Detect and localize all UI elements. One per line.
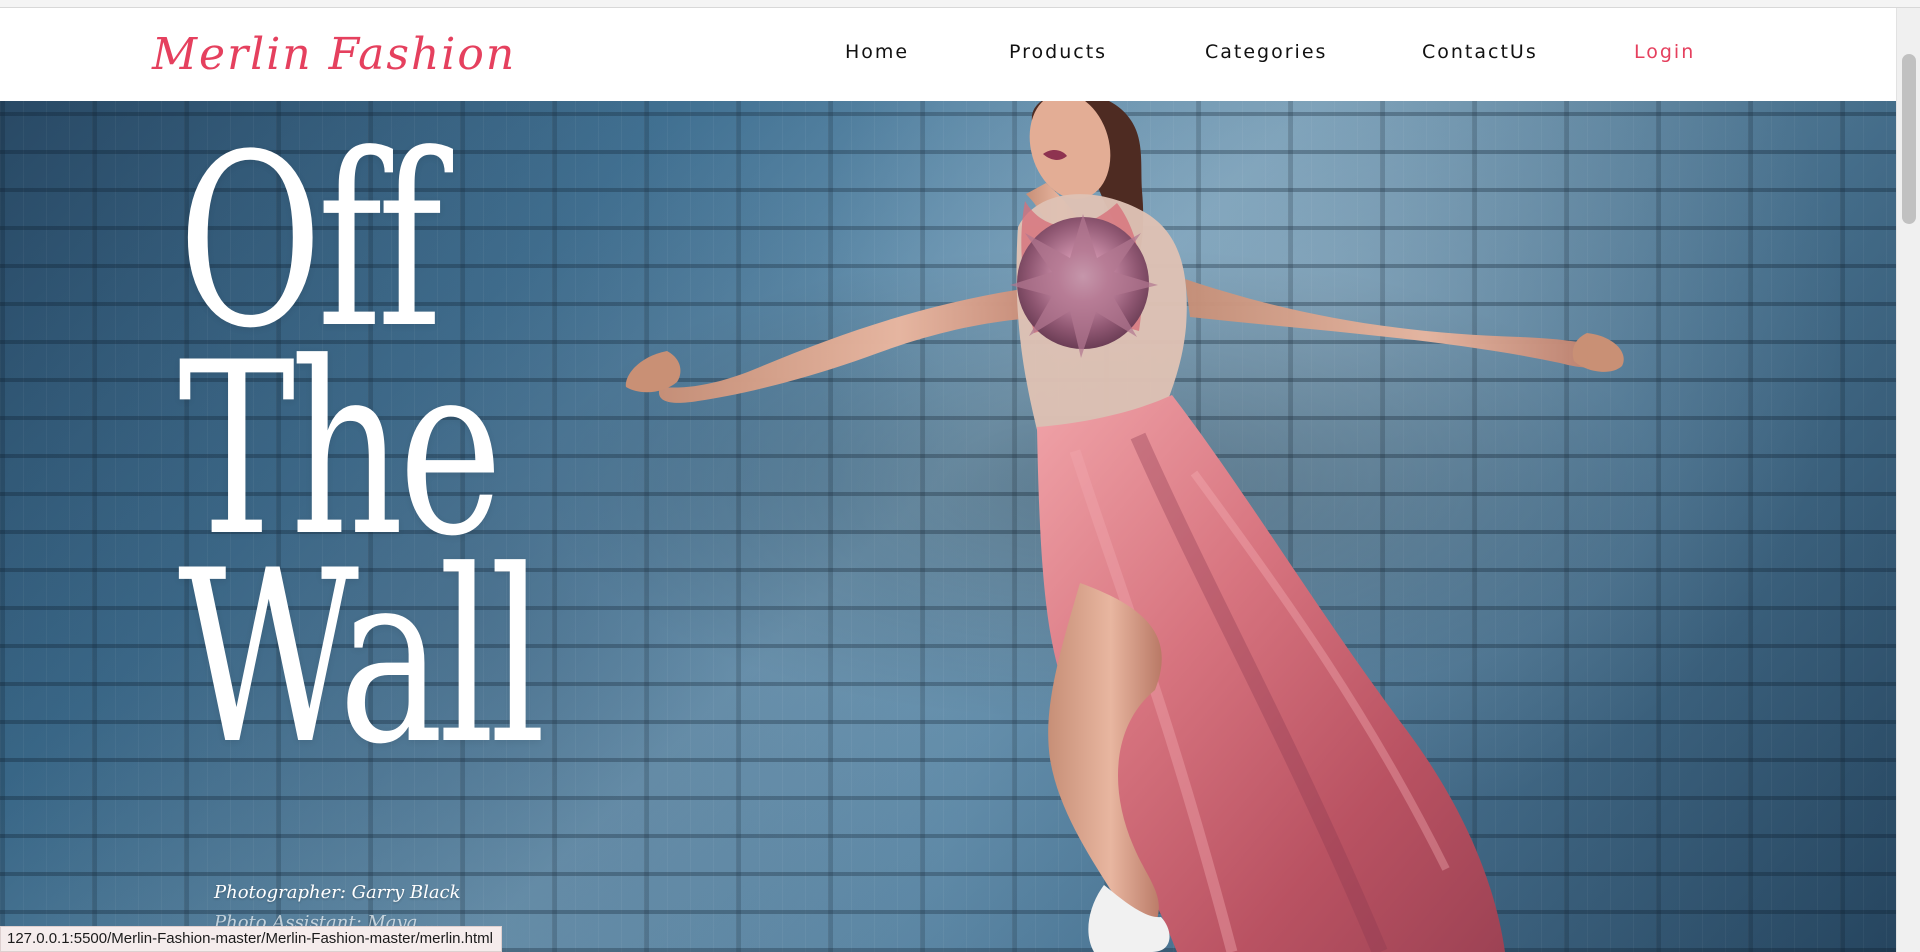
left-hand-shape	[625, 351, 681, 393]
hero-title-line-3: Wall	[178, 520, 546, 797]
nav-home-link[interactable]: Home	[845, 41, 909, 63]
browser-top-border	[0, 0, 1920, 8]
nav-categories-link[interactable]: Categories	[1205, 41, 1327, 63]
browser-page: Merlin Fashion Home Products Categories …	[0, 0, 1920, 952]
brand-logo[interactable]: Merlin Fashion	[152, 20, 516, 90]
hero-title: Off The Wall	[178, 124, 546, 797]
nav-contact-link[interactable]: ContactUs	[1422, 41, 1538, 63]
nav-products-link[interactable]: Products	[1009, 41, 1107, 63]
vertical-scrollbar[interactable]	[1896, 8, 1920, 952]
photographer-credit: Photographer: Garry Black	[214, 882, 461, 903]
right-arm-shape	[1185, 279, 1622, 368]
scrollbar-thumb[interactable]	[1902, 54, 1916, 224]
fashion-model-illustration	[625, 101, 1624, 952]
browser-status-url: 127.0.0.1:5500/Merlin-Fashion-master/Mer…	[0, 926, 503, 952]
nav-login-link[interactable]: Login	[1634, 41, 1695, 63]
hero-banner: Off The Wall Photographer: Garry Black P…	[0, 101, 1896, 952]
top-navigation-bar: Merlin Fashion Home Products Categories …	[0, 8, 1896, 101]
